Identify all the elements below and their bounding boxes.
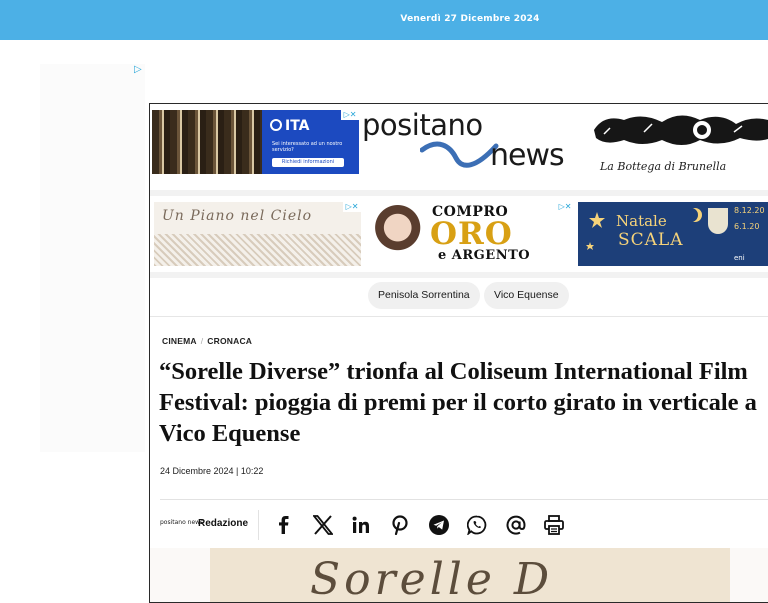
divider [258,510,259,540]
side-ad[interactable] [40,64,145,452]
ad-photo [368,202,422,266]
bottega-illustration-icon [594,115,768,145]
ad-close-icon[interactable]: ▷✕ [556,202,574,212]
ad-compro-oro[interactable]: COMPRO ORO e ARGENTO ▷✕ [366,202,574,266]
ad-line-2: ORO [430,216,513,252]
category-link[interactable]: CRONACA [207,336,252,346]
logo-word-positano: positano [362,108,483,142]
ad-line-1: Natale [616,212,667,230]
category-separator: / [200,336,204,346]
email-icon[interactable] [503,512,529,538]
bottega-caption: La Bottega di Brunella [600,160,727,173]
ad-banner-ita[interactable]: ITA Sei interessato ad un nostro servizi… [152,110,359,174]
ad-pattern [154,234,361,266]
pinterest-icon[interactable] [387,512,413,538]
x-icon[interactable] [310,512,336,538]
ad-natale-scala[interactable]: Natale SCALA 8.12.20 6.1.20 eni [578,202,768,266]
article-date: 24 Dicembre 2024 | 10:22 [160,466,264,476]
ad-close-icon[interactable]: ▷✕ [343,202,361,212]
article-title: “Sorelle Diverse” trionfa al Coliseum In… [159,358,757,447]
top-bar: Venerdì 27 Dicembre 2024 [0,0,768,40]
moon-icon [684,208,698,222]
tag-vico-equense[interactable]: Vico Equense [484,282,569,309]
facebook-icon[interactable] [271,512,297,538]
ita-logo: ITA [270,118,310,134]
logo-word-news: news [490,138,565,173]
ad-line-2: SCALA [618,230,684,250]
adchoices-icon[interactable]: ▷ [134,64,142,75]
tag-penisola-sorrentina[interactable]: Penisola Sorrentina [368,282,480,309]
telegram-icon[interactable] [426,512,452,538]
category-link[interactable]: CINEMA [162,336,197,346]
current-date: Venerdì 27 Dicembre 2024 [400,14,540,24]
sponsor-logo: eni [734,254,745,262]
article-categories: CINEMA / CRONACA [162,336,252,346]
author-name[interactable]: Redazione [198,518,248,529]
divider [150,190,768,196]
star-decoration-icon [586,212,605,250]
ad-bottega[interactable]: La Bottega di Brunella [584,110,768,180]
logo-swoosh-icon [420,141,499,168]
crest-icon [708,208,728,234]
ad-text: Un Piano nel Cielo [162,208,313,224]
hero-script-title: Sorelle D [310,554,554,603]
whatsapp-icon[interactable] [464,512,490,538]
page-frame: ITA Sei interessato ad un nostro servizi… [149,103,768,603]
divider [150,316,768,317]
linkedin-icon[interactable] [348,512,374,538]
ad-date-1: 8.12.20 [734,206,765,215]
divider [160,499,768,500]
ad-photo [152,110,262,174]
site-logo[interactable]: positano news [360,106,590,182]
ad-close-icon[interactable]: ▷✕ [341,110,359,120]
ad-line-3: e ARGENTO [438,248,531,263]
article-hero-image[interactable]: Sorelle D [150,548,768,603]
ad-text: Sei interessato ad un nostro servizio? [272,141,343,153]
ad-cta-button[interactable]: Richiedi informazioni [272,158,344,167]
divider [150,272,768,278]
print-icon[interactable] [541,512,567,538]
ad-date-2: 6.1.20 [734,222,760,231]
ad-piano-nel-cielo[interactable]: Un Piano nel Cielo ▷✕ [154,202,361,266]
author-avatar: positano news [160,519,204,526]
